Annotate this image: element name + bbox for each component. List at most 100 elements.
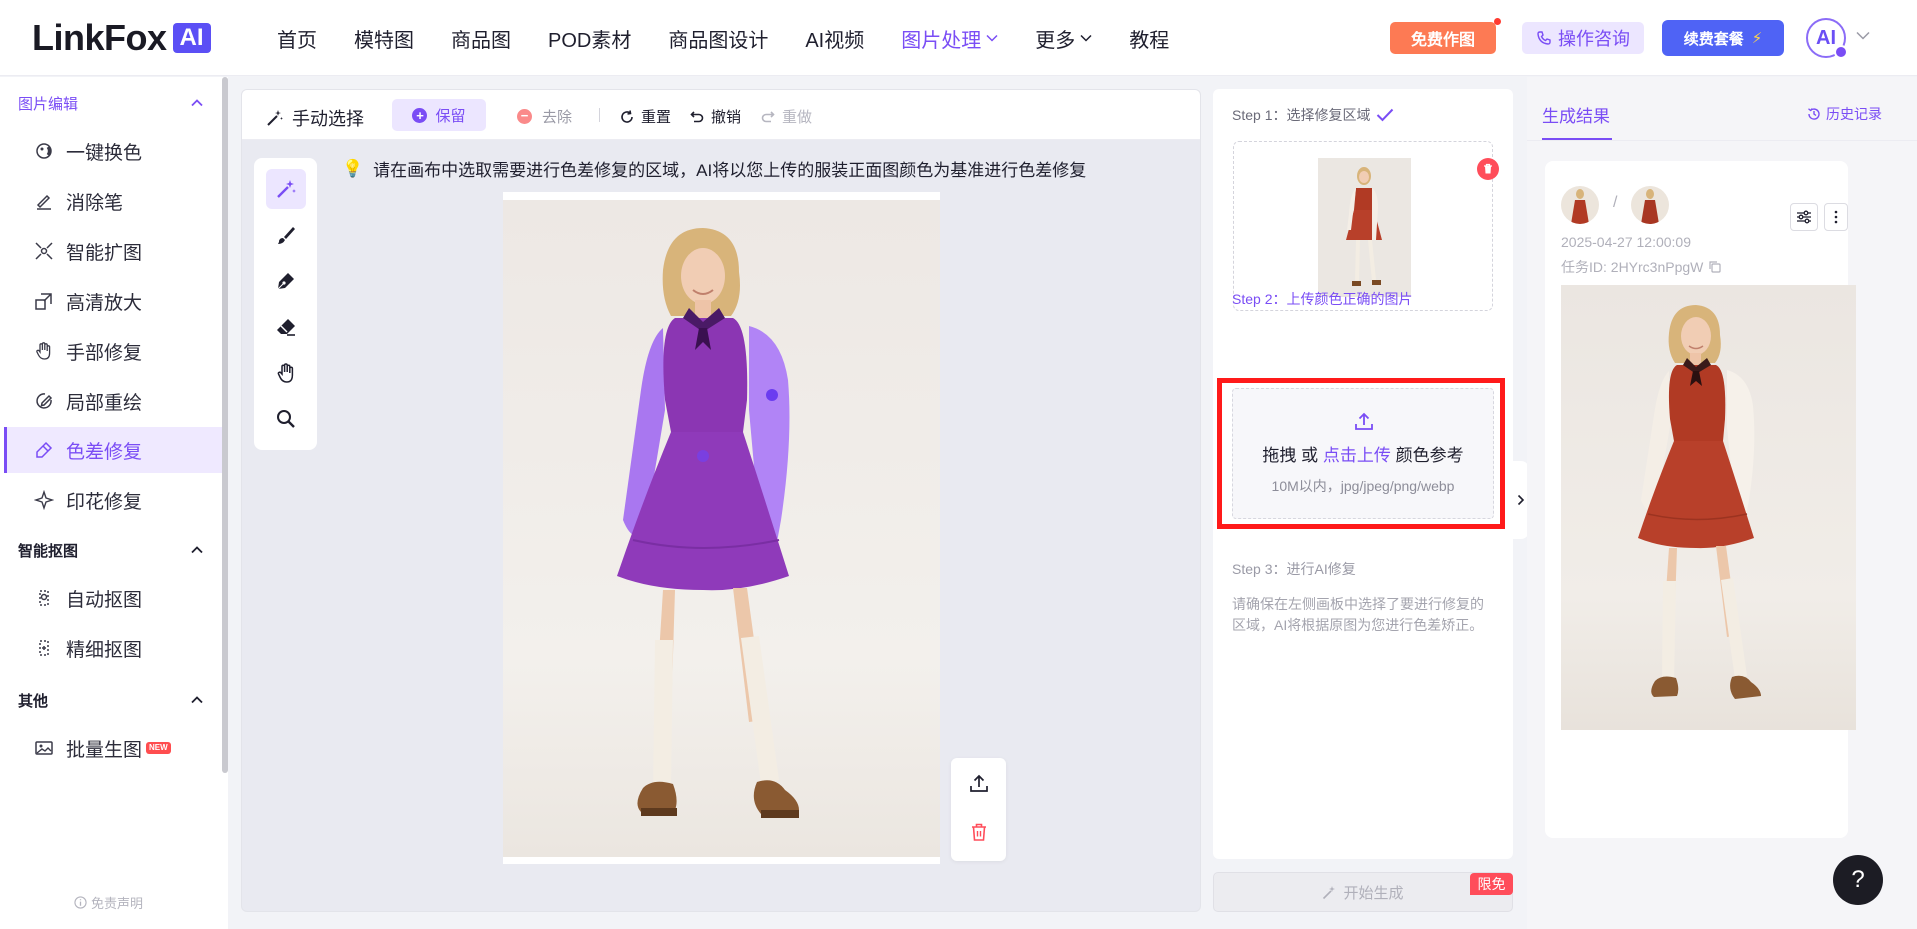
thumbnail-separator: / [1613, 194, 1618, 211]
sidebar-item-label: 智能扩图 [66, 242, 143, 264]
disclaimer-label: 免责声明 [91, 896, 144, 911]
sidebar-item-eraser[interactable]: 消除笔 [4, 178, 222, 224]
manual-select-mode[interactable]: 手动选择 [266, 105, 364, 131]
pan-tool[interactable] [266, 353, 306, 393]
disclaimer-link[interactable]: 免责声明 [74, 893, 143, 912]
image-icon [35, 741, 53, 755]
chevron-down-icon[interactable] [1856, 31, 1870, 40]
nav-product-photo[interactable]: 商品图 [451, 24, 511, 53]
upload-instruction: 拖拽 或 点击上传 颜色参考 [1233, 441, 1493, 466]
remove-button[interactable]: − 去除 [517, 106, 572, 127]
color-reference-upload[interactable]: 拖拽 或 点击上传 颜色参考 10M以内，jpg/jpeg/png/webp [1232, 388, 1494, 519]
sidebar-group-label: 智能抠图 [18, 542, 79, 560]
tab-results[interactable]: 生成结果 [1542, 102, 1610, 127]
result-image[interactable] [1561, 285, 1856, 730]
sidebar-item-print-fix[interactable]: 印花修复 [4, 477, 222, 523]
sidebar-group-other[interactable]: 其他 [18, 689, 203, 711]
undo-label: 撤销 [711, 109, 742, 126]
renew-plan-label: 续费套餐 [1683, 30, 1744, 48]
sidebar-item-label: 印花修复 [66, 491, 143, 513]
sidebar-item-hand-fix[interactable]: 手部修复 [4, 328, 222, 374]
reference-thumbnail[interactable] [1631, 186, 1669, 224]
smart-select-tool[interactable] [266, 169, 306, 209]
reset-button[interactable]: 重置 [620, 106, 671, 127]
upscale-icon [35, 293, 52, 310]
selected-area-thumbnail [1318, 158, 1411, 297]
history-link[interactable]: 历史记录 [1807, 104, 1882, 124]
sidebar-item-recolor[interactable]: 一键换色 [4, 128, 222, 174]
nav-image-processing[interactable]: 图片处理 [901, 24, 998, 53]
generate-button[interactable]: 开始生成 [1213, 872, 1513, 912]
sidebar-item-outpaint[interactable]: 智能扩图 [4, 228, 222, 274]
sidebar-scrollbar[interactable] [222, 77, 228, 773]
pen-icon [277, 273, 294, 290]
model-thumbnail-illustration [1346, 167, 1382, 286]
original-thumbnail[interactable] [1561, 186, 1599, 224]
brush-icon [278, 227, 295, 244]
sidebar-item-label: 一键换色 [66, 142, 143, 164]
nav-pod-assets[interactable]: POD素材 [548, 24, 631, 53]
magic-wand-icon [267, 110, 283, 126]
delete-canvas-button[interactable] [968, 821, 990, 843]
hand-icon [36, 342, 51, 360]
remove-label: 去除 [542, 109, 573, 126]
canvas-actions [951, 758, 1006, 861]
help-button[interactable]: ? [1833, 855, 1883, 905]
eraser-icon [277, 319, 295, 336]
result-card: / 2025-04-27 12:00:09 任务ID: 2HYrc3nPpgW [1545, 161, 1856, 838]
chevron-down-icon [986, 34, 998, 42]
click-upload-link[interactable]: 点击上传 [1323, 446, 1391, 465]
zoom-tool[interactable] [266, 399, 306, 439]
sidebar-item-inpaint[interactable]: 局部重绘 [4, 378, 222, 424]
check-icon [1377, 108, 1394, 122]
free-draw-button[interactable]: 免费作图 [1390, 22, 1496, 54]
canvas-image[interactable] [503, 192, 940, 864]
original-thumb-illustration [1571, 189, 1589, 224]
result-photo-illustration [1638, 305, 1761, 699]
redo-icon [761, 110, 775, 122]
keep-label: 保留 [435, 107, 466, 125]
nav-tutorial[interactable]: 教程 [1129, 24, 1169, 53]
lightbulb-icon: 💡 [342, 158, 364, 178]
info-icon [74, 896, 87, 909]
keep-button[interactable]: + 保留 [392, 99, 486, 131]
sidebar-group-image-edit[interactable]: 图片编辑 [18, 92, 203, 114]
logo[interactable]: LinkFox AI [32, 20, 211, 56]
trash-icon [972, 823, 986, 841]
sidebar-item-label: 精细抠图 [66, 639, 143, 661]
sidebar-group-cutout[interactable]: 智能抠图 [18, 539, 203, 561]
nav-ai-video[interactable]: AI视频 [805, 24, 864, 53]
more-vertical-icon [1834, 210, 1838, 224]
trash-icon [1484, 163, 1492, 174]
generate-label: 开始生成 [1343, 884, 1404, 902]
brush-tool[interactable] [266, 215, 306, 255]
renew-plan-button[interactable]: 续费套餐 ⚡ [1662, 20, 1784, 56]
task-id: 任务ID: 2HYrc3nPpgW [1561, 257, 1722, 277]
upload-icon [970, 774, 988, 792]
adjust-settings-button[interactable] [1790, 203, 1818, 231]
sidebar-item-upscale[interactable]: 高清放大 [4, 278, 222, 324]
copy-icon[interactable] [1708, 260, 1722, 274]
main-nav: 首页 模特图 商品图 POD素材 商品图设计 AI视频 图片处理 更多 教程 [277, 0, 1206, 76]
nav-more[interactable]: 更多 [1035, 24, 1092, 53]
more-options-button[interactable] [1824, 203, 1848, 231]
refresh-icon [621, 109, 633, 123]
export-button[interactable] [968, 772, 990, 794]
undo-button[interactable]: 撤销 [690, 106, 741, 127]
redo-button[interactable]: 重做 [761, 106, 812, 127]
consult-button[interactable]: 操作咨询 [1522, 22, 1644, 54]
eraser-tool[interactable] [266, 307, 306, 347]
step1-label: Step 1：选择修复区域 [1232, 107, 1371, 123]
eraser-pen-icon [36, 194, 51, 210]
pen-tool[interactable] [266, 261, 306, 301]
sidebar-item-batch-generate[interactable]: 批量生图 NEW [4, 725, 222, 771]
nav-home[interactable]: 首页 [277, 24, 317, 53]
delete-selection-button[interactable] [1477, 158, 1499, 180]
sidebar-item-label: 自动抠图 [66, 589, 143, 611]
nav-product-design[interactable]: 商品图设计 [668, 24, 768, 53]
sidebar-item-auto-cutout[interactable]: 自动抠图 [4, 575, 222, 621]
nav-model-photo[interactable]: 模特图 [354, 24, 414, 53]
sidebar-item-fine-cutout[interactable]: 精细抠图 [4, 625, 222, 671]
minus-circle-icon: − [517, 109, 532, 124]
sidebar-item-color-correction[interactable]: 色差修复 [4, 427, 222, 473]
